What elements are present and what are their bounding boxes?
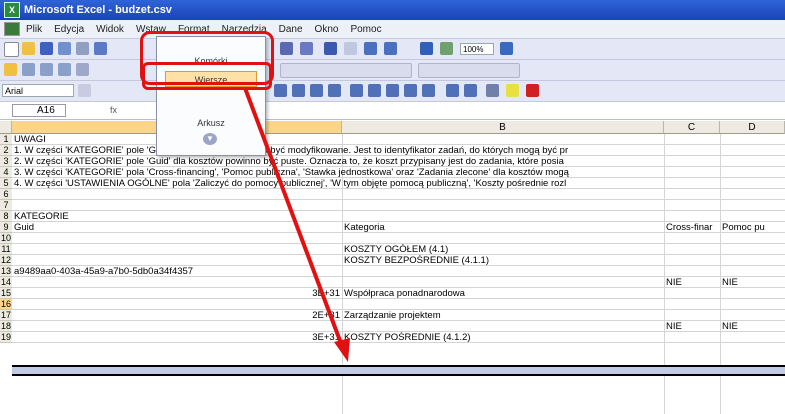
annotation-arrow <box>243 87 350 362</box>
arrow-head <box>334 338 350 362</box>
arrow-line <box>243 87 344 347</box>
